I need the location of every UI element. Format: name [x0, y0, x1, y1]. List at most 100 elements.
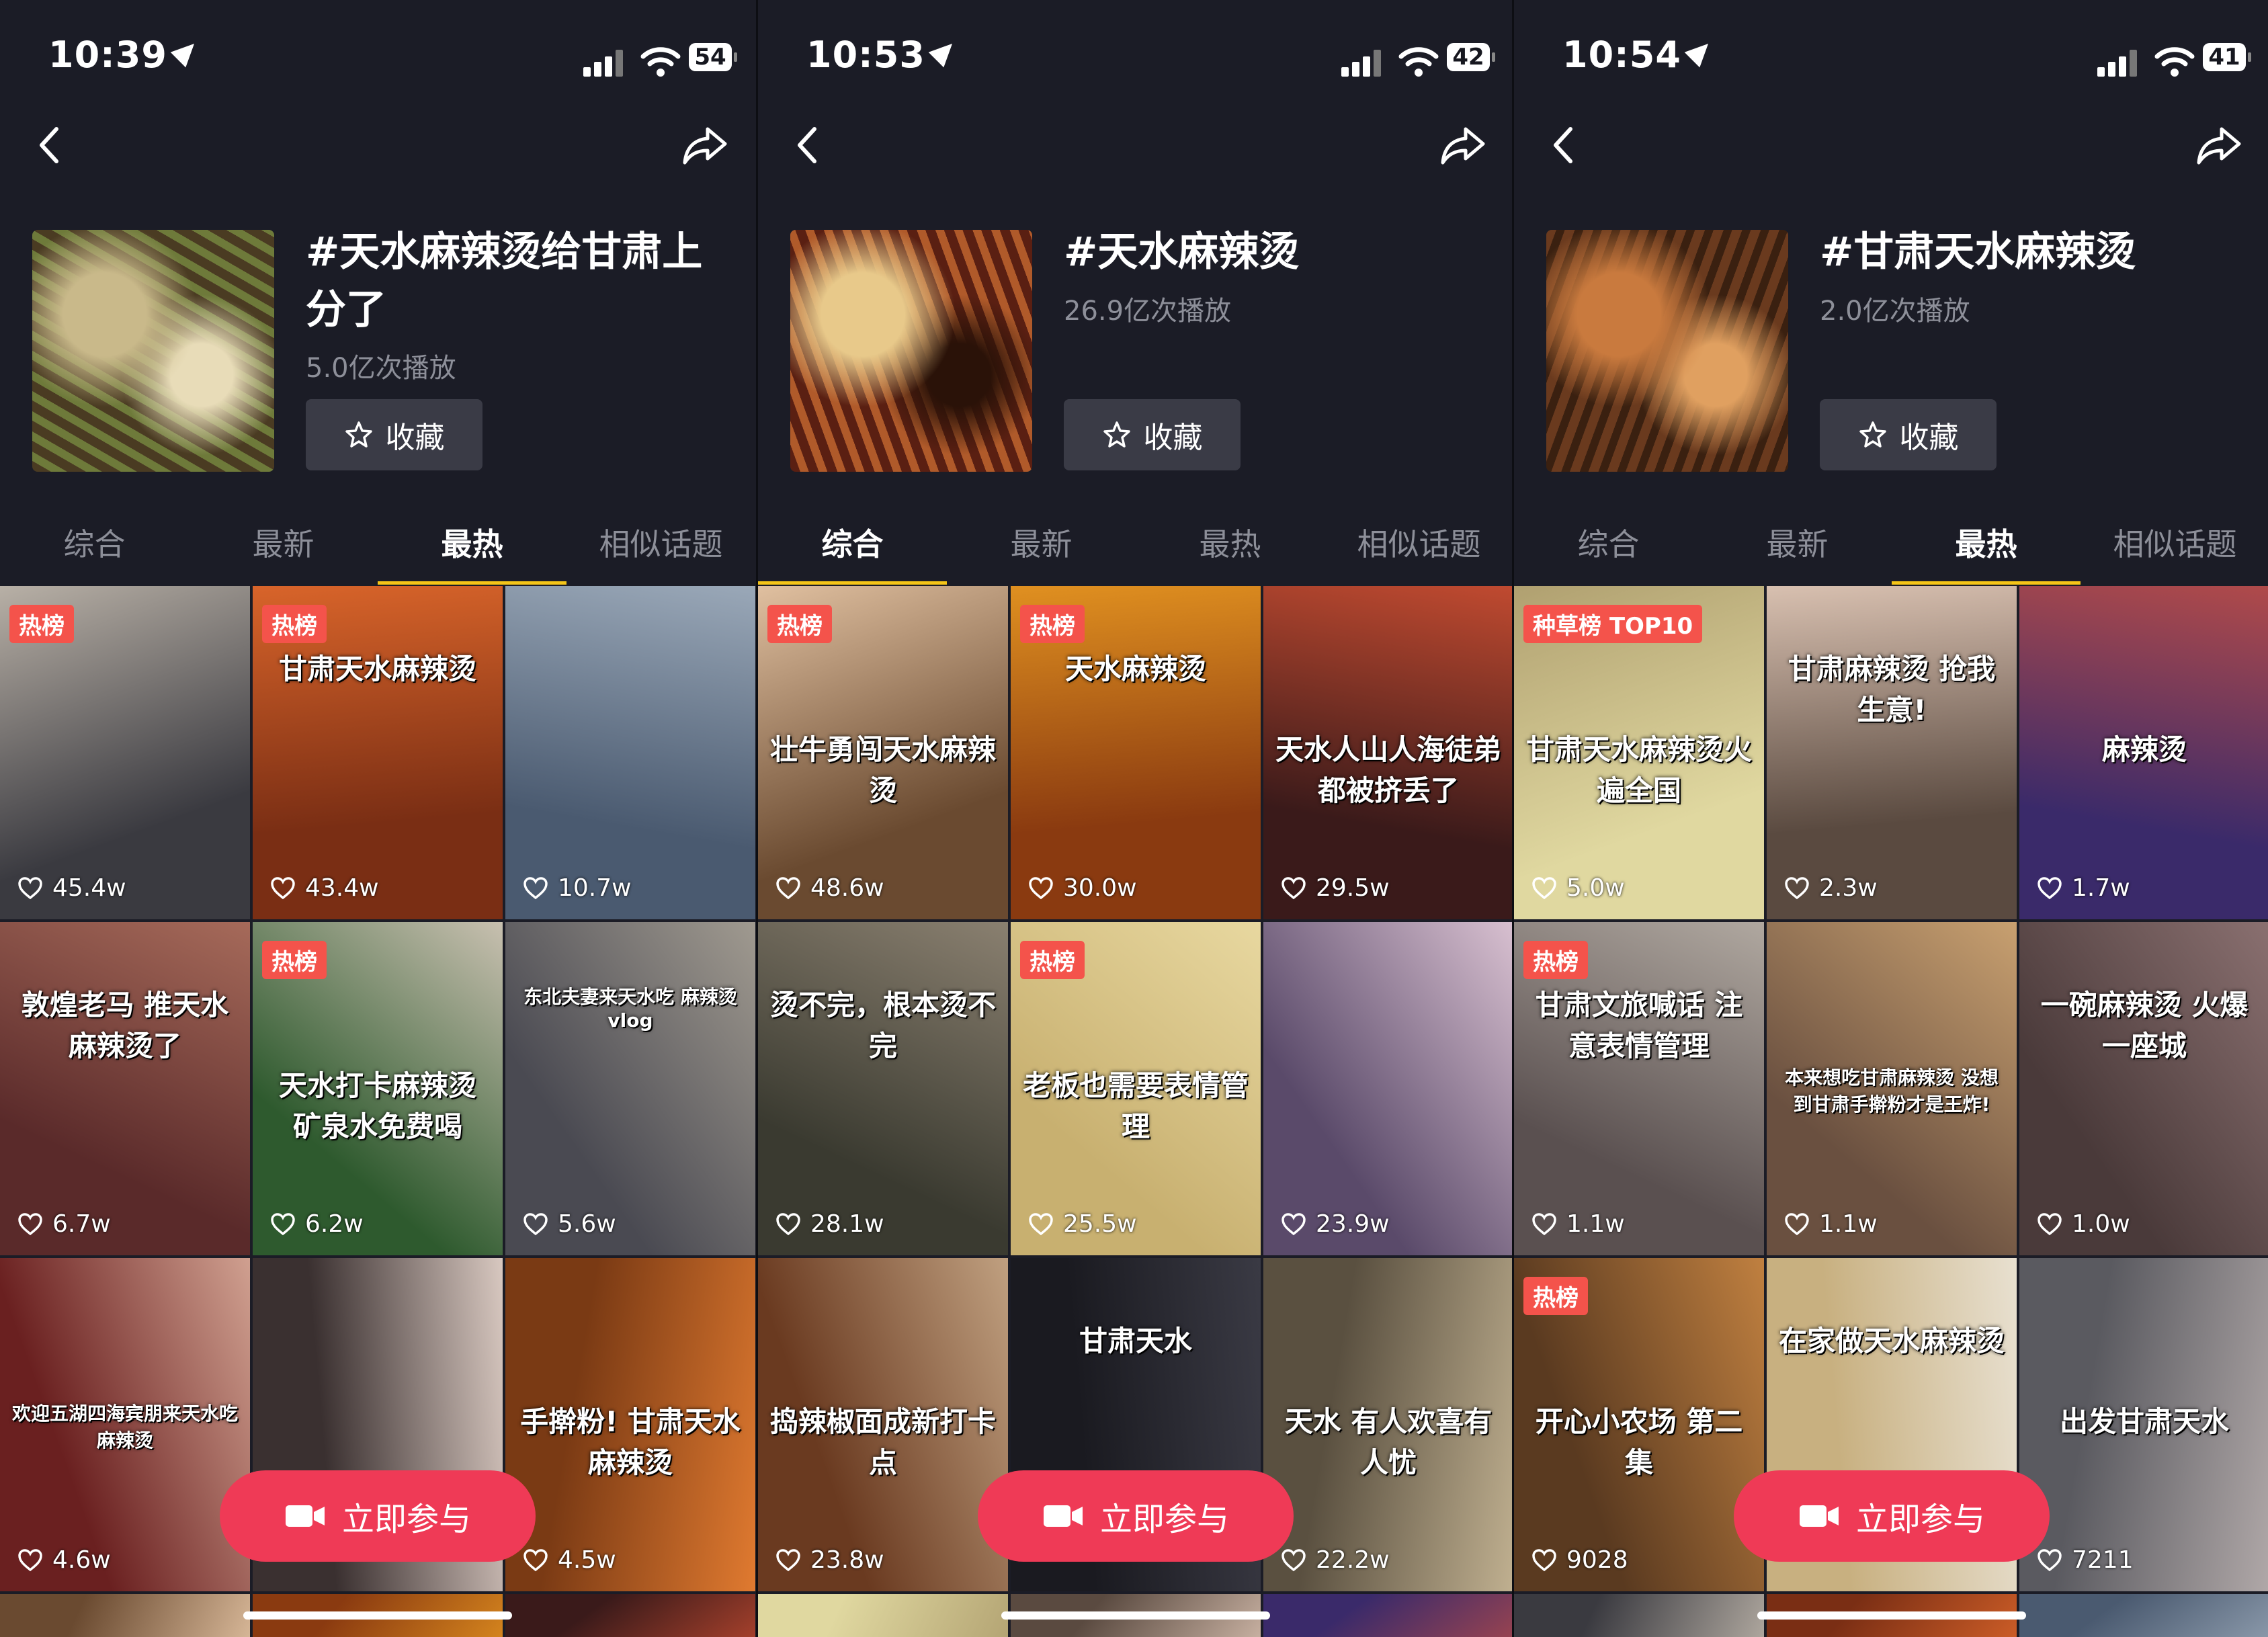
tab-similar-topics[interactable]: 相似话题	[566, 517, 755, 571]
video-card[interactable]	[505, 1594, 755, 1637]
tab-hottest[interactable]: 最热	[378, 517, 566, 585]
signal-icon	[583, 50, 625, 77]
clock-text: 10:39	[48, 34, 167, 76]
share-icon[interactable]	[2195, 121, 2243, 169]
favorite-button[interactable]: 收藏	[1064, 399, 1241, 470]
like-count: 30.0w	[1028, 874, 1137, 902]
back-icon[interactable]	[27, 121, 75, 169]
heart-icon	[523, 1212, 548, 1235]
video-card[interactable]: 开心小农场 第二集 热榜 9028	[1514, 1258, 1764, 1591]
back-icon[interactable]	[1541, 121, 1589, 169]
tab-comprehensive[interactable]: 综合	[758, 517, 947, 585]
like-count-text: 4.5w	[558, 1546, 616, 1574]
tab-comprehensive[interactable]: 综合	[1514, 517, 1703, 571]
video-card[interactable]: 一碗麻辣烫 火爆一座城 1.0w	[2019, 922, 2268, 1255]
heart-icon	[1282, 1548, 1306, 1571]
video-card[interactable]: 壮牛勇闯天水麻辣烫 热榜 48.6w	[758, 586, 1008, 919]
video-card[interactable]: 甘肃文旅喊话 注意表情管理 热榜 1.1w	[1514, 922, 1764, 1255]
wifi-icon	[640, 46, 681, 78]
topic-cover-image	[1546, 230, 1788, 472]
video-card[interactable]: 天水 有人欢喜有人忧 22.2w	[1263, 1258, 1513, 1591]
hot-list-badge: 热榜	[1523, 1277, 1588, 1315]
wifi-icon	[1398, 46, 1439, 78]
heart-icon	[1282, 1212, 1306, 1235]
star-icon	[345, 421, 372, 448]
topic-panel-2: 10:53 42 #天水麻辣烫 26.9亿次播放 收藏 综合 最新 最热 相似话题 壮牛勇闯天水麻…	[756, 0, 1514, 1637]
tab-similar-topics[interactable]: 相似话题	[1325, 517, 1513, 571]
video-card[interactable]: 热榜 45.4w	[0, 586, 250, 919]
tab-similar-topics[interactable]: 相似话题	[2081, 517, 2268, 571]
video-caption: 欢迎五湖四海宾朋来天水吃麻辣烫	[11, 1402, 238, 1452]
video-caption: 敦煌老马 推天水麻辣烫了	[21, 989, 229, 1062]
video-card[interactable]: 天水打卡麻辣烫 矿泉水免费喝 热榜 6.2w	[253, 922, 503, 1255]
video-card[interactable]	[2019, 1594, 2268, 1637]
video-card[interactable]: 东北夫妻来天水吃 麻辣烫vlog 5.6w	[505, 922, 755, 1255]
video-card[interactable]: 本来想吃甘肃麻辣烫 没想到甘肃手擀粉才是王炸! 1.1w	[1767, 922, 2017, 1255]
video-card[interactable]	[1514, 1594, 1764, 1637]
heart-icon	[18, 1548, 42, 1571]
video-card[interactable]: 手擀粉! 甘肃天水麻辣烫 4.5w	[505, 1258, 755, 1591]
favorite-button[interactable]: 收藏	[1820, 399, 1997, 470]
video-caption: 捣辣椒面成新打卡点	[769, 1405, 996, 1479]
tab-latest[interactable]: 最新	[947, 517, 1136, 571]
favorite-button[interactable]: 收藏	[306, 399, 482, 470]
heart-icon	[776, 1548, 800, 1571]
share-icon[interactable]	[1439, 121, 1487, 169]
join-now-button[interactable]: 立即参与	[978, 1470, 1294, 1562]
video-card[interactable]: 甘肃天水麻辣烫火遍全国 种草榜 TOP10 5.0w	[1514, 586, 1764, 919]
join-now-button[interactable]: 立即参与	[1734, 1470, 2050, 1562]
heart-icon	[1029, 1212, 1053, 1235]
signal-icon	[1341, 50, 1383, 77]
topic-panel-3: 10:54 41 #甘肃天水麻辣烫 2.0亿次播放 收藏 综合 最新 最热 相似话题 甘肃天水麻辣…	[1512, 0, 2268, 1637]
status-bar: 10:53 42	[758, 34, 1514, 87]
like-count: 22.2w	[1281, 1546, 1390, 1574]
like-count-text: 5.6w	[558, 1210, 616, 1238]
like-count-text: 10.7w	[558, 874, 632, 902]
video-card[interactable]	[758, 1594, 1008, 1637]
video-card[interactable]: 出发甘肃天水 7211	[2019, 1258, 2268, 1591]
tab-hottest[interactable]: 最热	[1892, 517, 2081, 585]
video-card[interactable]: 麻辣烫 1.7w	[2019, 586, 2268, 919]
video-card[interactable]: 甘肃麻辣烫 抢我生意! 2.3w	[1767, 586, 2017, 919]
join-now-button[interactable]: 立即参与	[220, 1470, 536, 1562]
video-caption: 本来想吃甘肃麻辣烫 没想到甘肃手擀粉才是王炸!	[1785, 1066, 1999, 1116]
video-card[interactable]: 天水人山人海徒弟都被挤丢了 29.5w	[1263, 586, 1513, 919]
like-count-text: 6.2w	[305, 1210, 364, 1238]
tab-latest[interactable]: 最新	[1703, 517, 1892, 571]
video-caption: 天水人山人海徒弟都被挤丢了	[1275, 733, 1501, 807]
home-indicator	[1001, 1611, 1270, 1620]
share-icon[interactable]	[681, 121, 729, 169]
video-caption: 老板也需要表情管理	[1022, 1069, 1249, 1143]
heart-icon	[1282, 876, 1306, 899]
video-card[interactable]: 23.9w	[1263, 922, 1513, 1255]
tab-latest[interactable]: 最新	[189, 517, 378, 571]
video-card[interactable]: 烫不完，根本烫不完 28.1w	[758, 922, 1008, 1255]
video-card[interactable]: 甘肃天水麻辣烫 热榜 43.4w	[253, 586, 503, 919]
video-card[interactable]: 10.7w	[505, 586, 755, 919]
video-caption: 壮牛勇闯天水麻辣烫	[769, 733, 996, 807]
video-card[interactable]: 欢迎五湖四海宾朋来天水吃麻辣烫 4.6w	[0, 1258, 250, 1591]
video-card[interactable]: 老板也需要表情管理 热榜 25.5w	[1011, 922, 1261, 1255]
favorite-label: 收藏	[1143, 421, 1203, 455]
tab-hottest[interactable]: 最热	[1136, 517, 1325, 571]
video-caption: 天水打卡麻辣烫 矿泉水免费喝	[278, 1069, 476, 1143]
heart-icon	[18, 876, 42, 899]
like-count-text: 23.9w	[1316, 1210, 1390, 1238]
clock-text: 10:53	[806, 34, 925, 76]
heart-icon	[271, 876, 295, 899]
like-count: 10.7w	[523, 874, 632, 902]
heart-icon	[2038, 1548, 2062, 1571]
clock: 10:54	[1562, 34, 1716, 76]
video-card[interactable]: 天水麻辣烫 热榜 30.0w	[1011, 586, 1261, 919]
video-card[interactable]	[1263, 1594, 1513, 1637]
back-icon[interactable]	[785, 121, 833, 169]
like-count: 5.6w	[523, 1210, 616, 1238]
tab-comprehensive[interactable]: 综合	[0, 517, 189, 571]
topic-cover-image	[32, 230, 274, 472]
heart-icon	[1532, 876, 1556, 899]
video-card[interactable]	[0, 1594, 250, 1637]
video-card[interactable]: 敦煌老马 推天水麻辣烫了 6.7w	[0, 922, 250, 1255]
video-card[interactable]: 捣辣椒面成新打卡点 23.8w	[758, 1258, 1008, 1591]
like-count-text: 29.5w	[1316, 874, 1390, 902]
like-count-text: 45.4w	[52, 874, 126, 902]
